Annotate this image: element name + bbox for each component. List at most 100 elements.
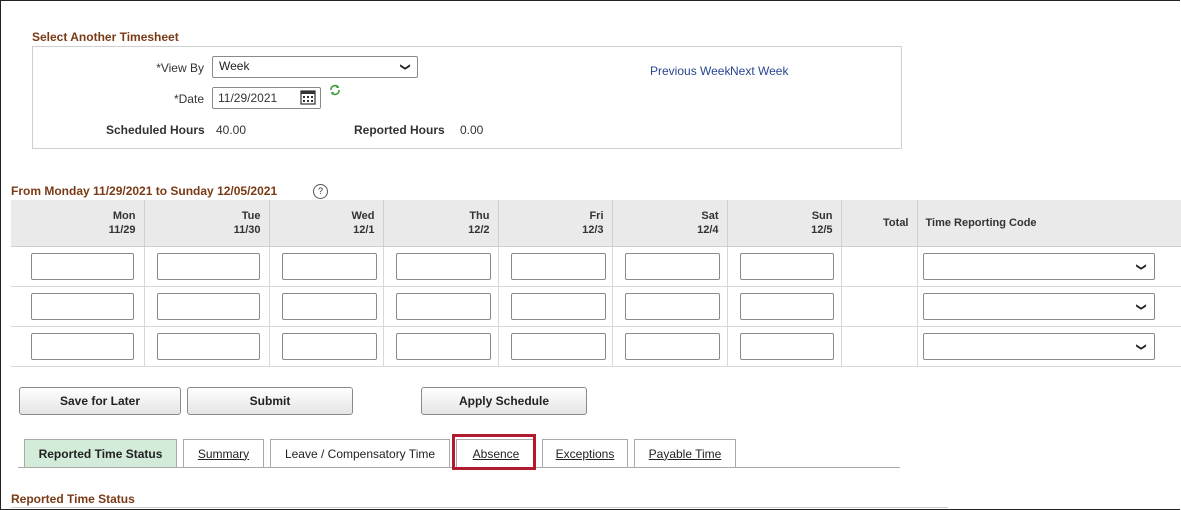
view-by-value: Week (219, 59, 250, 73)
view-by-select[interactable]: Week ❯ (212, 56, 418, 78)
col-header-tue: Tue 11/30 (144, 200, 270, 247)
tab-payable-time[interactable]: Payable Time (634, 439, 736, 467)
grid-cell (498, 246, 613, 287)
table-row: ❯ (11, 326, 1181, 367)
grid-cell (11, 286, 145, 327)
date-label: 12/1 (353, 224, 375, 236)
grid-cell (383, 326, 499, 367)
hours-input-fri[interactable] (510, 253, 606, 280)
chevron-down-icon: ❯ (1135, 302, 1147, 311)
grid-cell (11, 246, 145, 287)
grid-cell (269, 246, 384, 287)
view-by-label: *View By (156, 61, 204, 75)
grid-cell (144, 326, 270, 367)
grid-cell (612, 286, 728, 327)
hours-input-fri[interactable] (510, 333, 606, 360)
hours-input-thu[interactable] (395, 333, 491, 360)
grid-cell (383, 286, 499, 327)
date-label: 11/29 (108, 224, 136, 236)
reported-hours-label: Reported Hours (354, 123, 445, 137)
total-cell (841, 326, 918, 367)
day-label: Wed (351, 210, 375, 222)
time-reporting-code-select[interactable]: ❯ (922, 333, 1155, 360)
tab-leave-compensatory-time[interactable]: Leave / Compensatory Time (270, 439, 450, 467)
grid-cell (727, 246, 842, 287)
grid-cell (612, 246, 728, 287)
date-value: 11/29/2021 (218, 91, 278, 105)
save-for-later-button[interactable]: Save for Later (19, 387, 181, 415)
time-reporting-code-select[interactable]: ❯ (922, 253, 1155, 280)
hours-input-mon[interactable] (31, 293, 134, 320)
tab-label: Payable Time (648, 446, 722, 461)
grid-cell (269, 286, 384, 327)
hours-input-wed[interactable] (281, 293, 377, 320)
col-header-sun: Sun 12/5 (727, 200, 842, 247)
time-reporting-code-select[interactable]: ❯ (922, 293, 1155, 320)
hours-input-fri[interactable] (510, 293, 606, 320)
hours-input-tue[interactable] (156, 253, 260, 280)
period-title: From Monday 11/29/2021 to Sunday 12/05/2… (11, 184, 278, 198)
trc-cell: ❯ (917, 246, 1181, 287)
hours-input-wed[interactable] (281, 253, 377, 280)
col-header-wed: Wed 12/1 (269, 200, 384, 247)
hours-input-sun[interactable] (739, 253, 834, 280)
table-row: ❯ (11, 246, 1181, 287)
grid-cell (144, 286, 270, 327)
absence-highlight-box (452, 434, 536, 470)
hours-input-thu[interactable] (395, 253, 491, 280)
hours-input-sat[interactable] (624, 253, 720, 280)
apply-schedule-button[interactable]: Apply Schedule (421, 387, 587, 415)
hours-input-sat[interactable] (624, 293, 720, 320)
select-timesheet-title: Select Another Timesheet (32, 30, 179, 44)
submit-button[interactable]: Submit (187, 387, 353, 415)
help-icon[interactable]: ? (313, 184, 328, 199)
grid-header-row: Mon 11/29 Tue 11/30 Wed 12/1 Thu 12/2 Fri 12/… (11, 200, 1181, 247)
day-label: Thu (469, 210, 490, 222)
table-row: ❯ (11, 286, 1181, 327)
trc-cell: ❯ (917, 326, 1181, 367)
chevron-down-icon: ❯ (399, 62, 411, 72)
date-label: 12/4 (697, 224, 719, 236)
previous-week-link[interactable]: Previous Week (650, 64, 730, 78)
grid-cell (383, 246, 499, 287)
col-header-fri: Fri 12/3 (498, 200, 613, 247)
total-cell (841, 246, 918, 287)
calendar-icon[interactable] (300, 89, 316, 105)
tab-label: Leave / Compensatory Time (284, 446, 436, 461)
tab-label: Exceptions (555, 446, 615, 461)
col-header-mon: Mon 11/29 (11, 200, 145, 247)
date-label: 12/3 (582, 224, 604, 236)
date-label: 12/2 (468, 224, 490, 236)
hours-input-sun[interactable] (739, 333, 834, 360)
date-label: 11/30 (233, 224, 261, 236)
hours-input-thu[interactable] (395, 293, 491, 320)
hours-input-sat[interactable] (624, 333, 720, 360)
grid-cell (612, 326, 728, 367)
grid-cell (498, 286, 613, 327)
total-cell (841, 286, 918, 327)
hours-input-mon[interactable] (31, 253, 134, 280)
tab-summary[interactable]: Summary (183, 439, 264, 467)
hours-input-mon[interactable] (31, 333, 134, 360)
hours-input-tue[interactable] (156, 293, 260, 320)
hours-input-tue[interactable] (156, 333, 260, 360)
day-label: Mon (112, 210, 136, 222)
reported-time-status-title: Reported Time Status (11, 492, 135, 506)
grid-cell (11, 326, 145, 367)
tab-exceptions[interactable]: Exceptions (542, 439, 628, 467)
day-label: Sat (701, 210, 719, 222)
col-header-thu: Thu 12/2 (383, 200, 499, 247)
grid-cell (269, 326, 384, 367)
next-week-link[interactable]: Next Week (730, 64, 788, 78)
grid-cell (144, 246, 270, 287)
day-label: Fri (589, 210, 604, 222)
chevron-down-icon: ❯ (1135, 342, 1147, 351)
tab-reported-time-status[interactable]: Reported Time Status (24, 439, 177, 467)
grid-cell (727, 326, 842, 367)
grid-cell (498, 326, 613, 367)
hours-input-wed[interactable] (281, 333, 377, 360)
hours-input-sun[interactable] (739, 293, 834, 320)
refresh-icon[interactable] (329, 84, 341, 96)
date-label: 12/5 (811, 224, 833, 236)
col-header-total: Total (841, 200, 918, 247)
